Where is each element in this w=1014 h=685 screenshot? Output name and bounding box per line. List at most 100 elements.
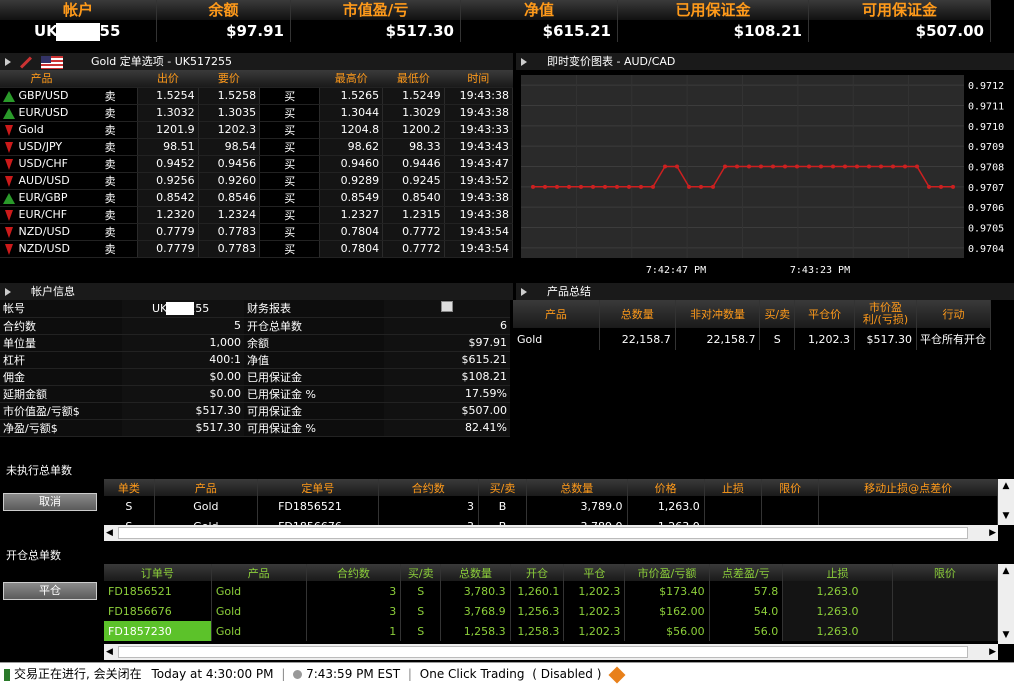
scroll-right-icon[interactable]: ▶ [989,644,996,660]
col-header[interactable]: 合约数 [306,564,402,581]
close-position-button[interactable]: 平仓 [3,582,97,600]
bid-price[interactable]: 1201.9 [137,120,199,139]
open-position-row[interactable]: FD1857230 Gold 1 S 1,258.3 1,258.3 1,202.3 $56.… [104,621,998,641]
bid-price[interactable]: 0.9452 [137,154,199,173]
buy-button[interactable]: 买 [259,121,320,139]
scroll-right-icon[interactable]: ▶ [989,525,996,541]
col-header[interactable]: 定单号 [257,479,379,496]
col-header[interactable]: 产品 [211,564,307,581]
buy-button[interactable]: 买 [259,240,320,258]
open-horizontal-scrollbar[interactable]: ◀ ▶ [104,644,998,660]
ask-price[interactable]: 1.2324 [197,205,261,224]
open-position-row[interactable]: FD1856676 Gold 3 S 3,768.9 1,256.3 1,202.3 $162… [104,601,998,621]
scroll-down-icon[interactable]: ▼ [998,628,1014,642]
quote-row[interactable]: NZD/USD 卖 0.7779 0.7783 买 0.7804 0.7772 19:43:5… [0,222,514,241]
scroll-up-icon[interactable]: ▲ [998,564,1014,578]
buy-button[interactable]: 买 [259,172,320,190]
col-header[interactable]: 买/卖 [478,479,528,496]
bid-price[interactable]: 1.5254 [137,86,199,105]
quote-row[interactable]: GBP/USD 卖 1.5254 1.5258 买 1.5265 1.5249 19:43:3… [0,86,514,105]
col-header[interactable]: 点差盈/亏 [709,564,784,581]
ask-price[interactable]: 1.5258 [197,86,261,105]
buy-button[interactable]: 买 [259,155,320,173]
col-header[interactable]: 止损 [782,564,893,581]
buy-button[interactable]: 买 [259,104,320,122]
open-vertical-scrollbar[interactable]: ▲ ▼ [998,564,1014,644]
bid-price[interactable]: 0.8542 [137,188,199,207]
one-click-state[interactable]: ( Disabled ) [532,667,601,681]
ask-price[interactable]: 0.9260 [197,171,261,190]
col-header[interactable]: 单类 [104,479,155,496]
ask-price[interactable]: 98.54 [197,137,261,156]
quote-row[interactable]: EUR/CHF 卖 1.2320 1.2324 买 1.2327 1.2315 19:43:3… [0,205,514,224]
pending-horizontal-scrollbar[interactable]: ◀ ▶ [104,525,998,541]
buy-button[interactable]: 买 [259,223,320,241]
bid-price[interactable]: 1.3032 [137,103,199,122]
sell-button[interactable]: 卖 [83,206,138,224]
col-header[interactable]: 移动止损@点差价 [818,479,998,496]
bid-price[interactable]: 0.7779 [137,239,199,258]
ask-price[interactable]: 0.7783 [197,239,261,258]
sell-button[interactable]: 卖 [83,121,138,139]
quote-row[interactable]: NZD/USD 卖 0.7779 0.7783 买 0.7804 0.7772 19:43:5… [0,239,514,258]
buy-button[interactable]: 买 [259,206,320,224]
quote-row[interactable]: Gold 卖 1201.9 1202.3 买 1204.8 1200.2 19:43:33 [0,120,514,139]
sell-button[interactable]: 卖 [83,138,138,156]
scroll-thumb[interactable] [118,646,968,658]
ask-price[interactable]: 0.7783 [197,222,261,241]
sell-button[interactable]: 卖 [83,172,138,190]
ask-price[interactable]: 1.3035 [197,103,261,122]
col-header[interactable]: 订单号 [104,564,212,581]
quote-row[interactable]: AUD/USD 卖 0.9256 0.9260 买 0.9289 0.9245 19:43:5… [0,171,514,190]
collapse-icon[interactable] [521,58,527,66]
pointer-hand-icon[interactable] [608,666,626,683]
col-header[interactable]: 止损 [704,479,763,496]
summary-row[interactable]: Gold 22,158.7 22,158.7 S 1,202.3 $517.30… [513,328,992,350]
collapse-icon[interactable] [5,58,11,66]
quote-row[interactable]: EUR/USD 卖 1.3032 1.3035 买 1.3044 1.3029 19:43:3… [0,103,514,122]
sell-button[interactable]: 卖 [83,189,138,207]
bid-price[interactable]: 0.9256 [137,171,199,190]
col-header[interactable]: 合约数 [378,479,479,496]
us-flag-icon[interactable] [41,55,63,69]
pencil-icon[interactable] [19,55,33,69]
col-header[interactable]: 总数量 [440,564,511,581]
collapse-icon[interactable] [521,288,527,296]
ask-price[interactable]: 1202.3 [197,120,261,139]
scroll-left-icon[interactable]: ◀ [106,644,113,660]
scroll-down-icon[interactable]: ▼ [998,509,1014,523]
sell-button[interactable]: 卖 [83,104,138,122]
open-position-row[interactable]: FD1856521 Gold 3 S 3,780.3 1,260.1 1,202.3 $173… [104,581,998,601]
bid-price[interactable]: 0.7779 [137,222,199,241]
buy-button[interactable]: 买 [259,189,320,207]
scroll-left-icon[interactable]: ◀ [106,525,113,541]
col-header[interactable]: 产品 [154,479,259,496]
ask-price[interactable]: 0.8546 [197,188,261,207]
buy-button[interactable]: 买 [259,138,320,156]
ask-price[interactable]: 0.9456 [197,154,261,173]
financial-report-cell[interactable] [384,300,510,318]
pending-order-row[interactable]: SGoldFD18566763B3,789.01,263.0 [104,516,998,525]
close-all-positions-link[interactable]: 平仓所有开仓 [916,328,992,350]
bid-price[interactable]: 98.51 [137,137,199,156]
col-header[interactable]: 总数量 [526,479,628,496]
scroll-thumb[interactable] [118,527,968,539]
scroll-up-icon[interactable]: ▲ [998,479,1014,493]
pending-order-row[interactable]: S Gold FD1856521 3 B 3,789.0 1,263.0 [104,496,998,516]
sell-button[interactable]: 卖 [83,155,138,173]
col-header[interactable]: 买/卖 [400,564,442,581]
col-header[interactable]: 开仓 [510,564,565,581]
report-icon[interactable] [441,301,453,313]
col-header[interactable]: 限价 [761,479,820,496]
col-header[interactable]: 限价 [892,564,998,581]
col-header[interactable]: 市价盈/亏额 [624,564,710,581]
col-header[interactable]: 价格 [627,479,705,496]
buy-button[interactable]: 买 [259,87,320,105]
cancel-order-button[interactable]: 取消 [3,493,97,511]
quote-row[interactable]: USD/CHF 卖 0.9452 0.9456 买 0.9460 0.9446 19:43:4… [0,154,514,173]
col-header[interactable]: 平仓 [563,564,626,581]
pending-vertical-scrollbar[interactable]: ▲ ▼ [998,479,1014,525]
sell-button[interactable]: 卖 [83,240,138,258]
sell-button[interactable]: 卖 [83,87,138,105]
one-click-label[interactable]: One Click Trading [420,667,525,681]
